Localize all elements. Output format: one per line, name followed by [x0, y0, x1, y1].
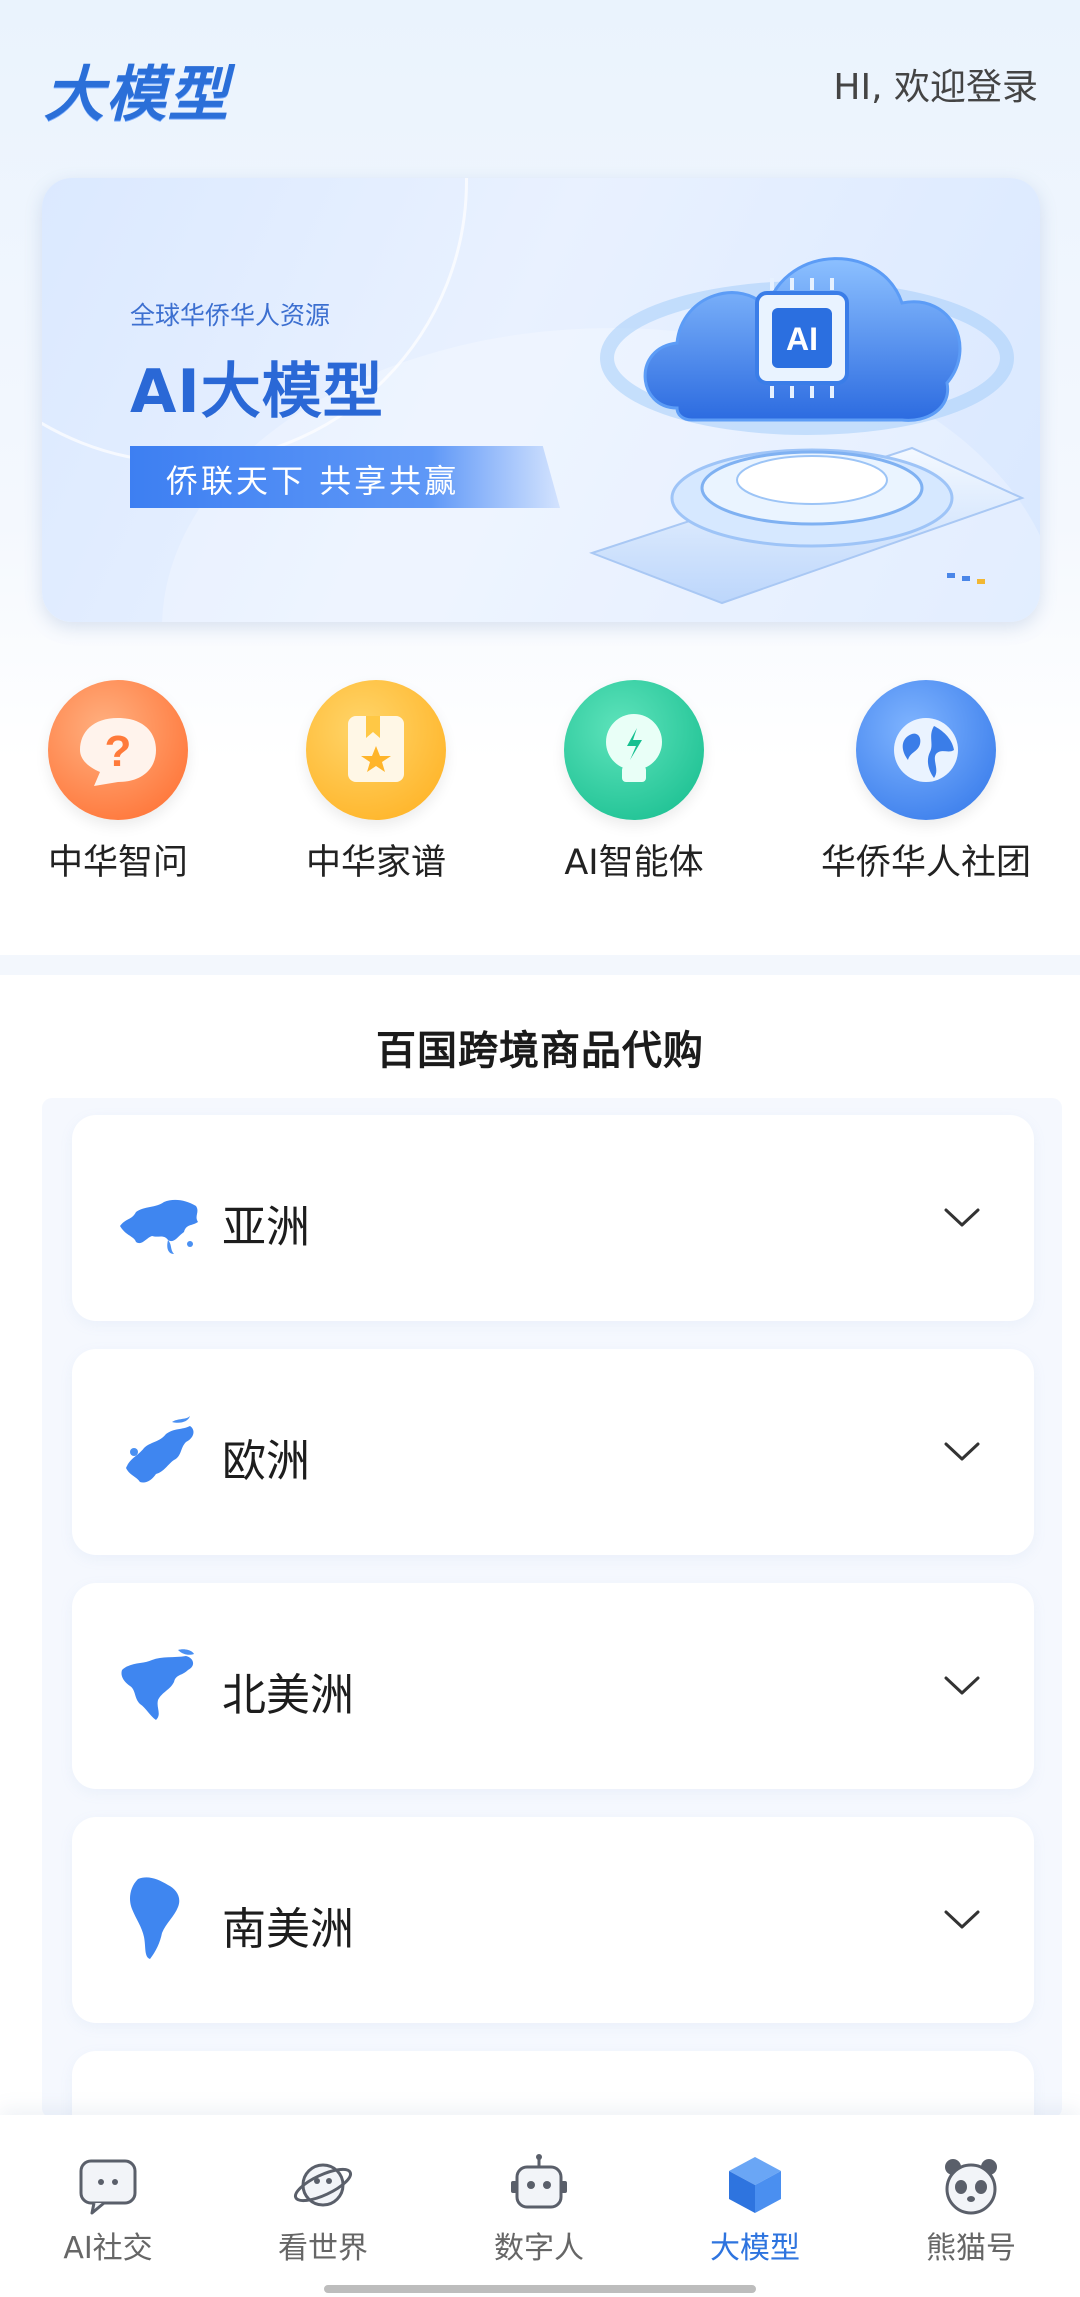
nav-tab-panda[interactable]: 熊猫号 — [891, 2153, 1051, 2267]
promo-banner[interactable]: 全球华侨华人资源 AI大模型 侨联天下 共享共赢 AI — [42, 178, 1040, 622]
nav-label: 看世界 — [278, 2231, 368, 2266]
chevron-down-icon — [944, 1442, 980, 1461]
continent-name: 南美洲 — [222, 1904, 354, 1955]
banner-title: AI大模型 — [130, 357, 384, 427]
north-america-map-icon — [121, 1649, 194, 1720]
nav-tab-world[interactable]: 看世界 — [243, 2153, 403, 2267]
europe-map-icon — [126, 1416, 194, 1483]
page: 大模型 HI, 欢迎登录 全球华侨华人资源 AI大模型 侨联天下 共享共赢 AI… — [0, 0, 1080, 2297]
south-america-map-icon — [130, 1877, 180, 1959]
quick-action-overseas-associations[interactable]: 华侨华人社团 — [816, 680, 1036, 885]
continent-item-south-america[interactable]: 南美洲 — [72, 1817, 1034, 2023]
asia-map-icon — [120, 1199, 198, 1254]
continent-item-asia[interactable]: 亚洲 — [72, 1115, 1034, 1321]
app-logo: 大模型 — [44, 60, 230, 130]
login-link[interactable]: HI, 欢迎登录 — [833, 58, 1038, 110]
nav-label: AI社交 — [63, 2231, 153, 2266]
section-title: 百国跨境商品代购 — [376, 1028, 704, 1074]
continent-item-north-america[interactable]: 北美洲 — [72, 1583, 1034, 1789]
svg-text:AI: AI — [786, 321, 818, 357]
robot-icon — [511, 2154, 567, 2209]
nav-tab-digital-human[interactable]: 数字人 — [459, 2153, 619, 2267]
chevron-down-icon — [944, 1676, 980, 1695]
banner-slogan: 侨联天下 共享共赢 — [166, 462, 460, 500]
quick-action-zhonghua-jiapu[interactable]: 中华家谱 — [306, 680, 446, 885]
quick-action-zhonghua-zhiwen[interactable]: ? 中华智问 — [48, 680, 188, 885]
quick-action-label: AI智能体 — [564, 843, 704, 883]
question-bubble-icon: ? — [48, 680, 188, 820]
panda-icon — [945, 2159, 997, 2215]
continent-item-europe[interactable]: 欧洲 — [72, 1349, 1034, 1555]
svg-text:?: ? — [105, 727, 132, 776]
section-divider — [0, 955, 1080, 975]
header: 大模型 HI, 欢迎登录 — [0, 0, 1080, 170]
lightbulb-icon — [564, 680, 704, 820]
banner-subtitle: 全球华侨华人资源 — [130, 301, 331, 330]
continent-name: 欧洲 — [222, 1436, 310, 1487]
planet-icon — [293, 2163, 353, 2207]
quick-action-label: 中华智问 — [48, 843, 189, 883]
cube-icon — [729, 2157, 781, 2213]
globe-icon — [856, 680, 996, 820]
nav-label: 熊猫号 — [926, 2231, 1016, 2266]
chat-bubble-icon — [79, 2159, 137, 2215]
chevron-down-icon — [944, 1910, 980, 1929]
continent-name: 北美洲 — [222, 1670, 354, 1721]
family-book-icon — [306, 680, 446, 820]
nav-tab-large-model[interactable]: 大模型 — [675, 2153, 835, 2267]
quick-actions: ? 中华智问 中华家谱 AI智能体 华侨华人社团 — [0, 680, 1080, 910]
chevron-down-icon — [944, 1208, 980, 1227]
nav-label: 大模型 — [710, 2231, 800, 2266]
quick-action-ai-agent[interactable]: AI智能体 — [564, 680, 704, 885]
bottom-nav: AI社交 看世界 数字人 大模型 熊猫号 — [0, 2115, 1080, 2297]
nav-label: 数字人 — [494, 2231, 584, 2266]
ai-cloud-illustration: AI — [589, 257, 1025, 605]
quick-action-label: 中华家谱 — [306, 843, 447, 883]
home-indicator[interactable] — [324, 2285, 756, 2293]
nav-tab-ai-social[interactable]: AI社交 — [28, 2153, 188, 2267]
quick-action-label: 华侨华人社团 — [820, 843, 1031, 883]
continent-name: 亚洲 — [222, 1202, 310, 1253]
